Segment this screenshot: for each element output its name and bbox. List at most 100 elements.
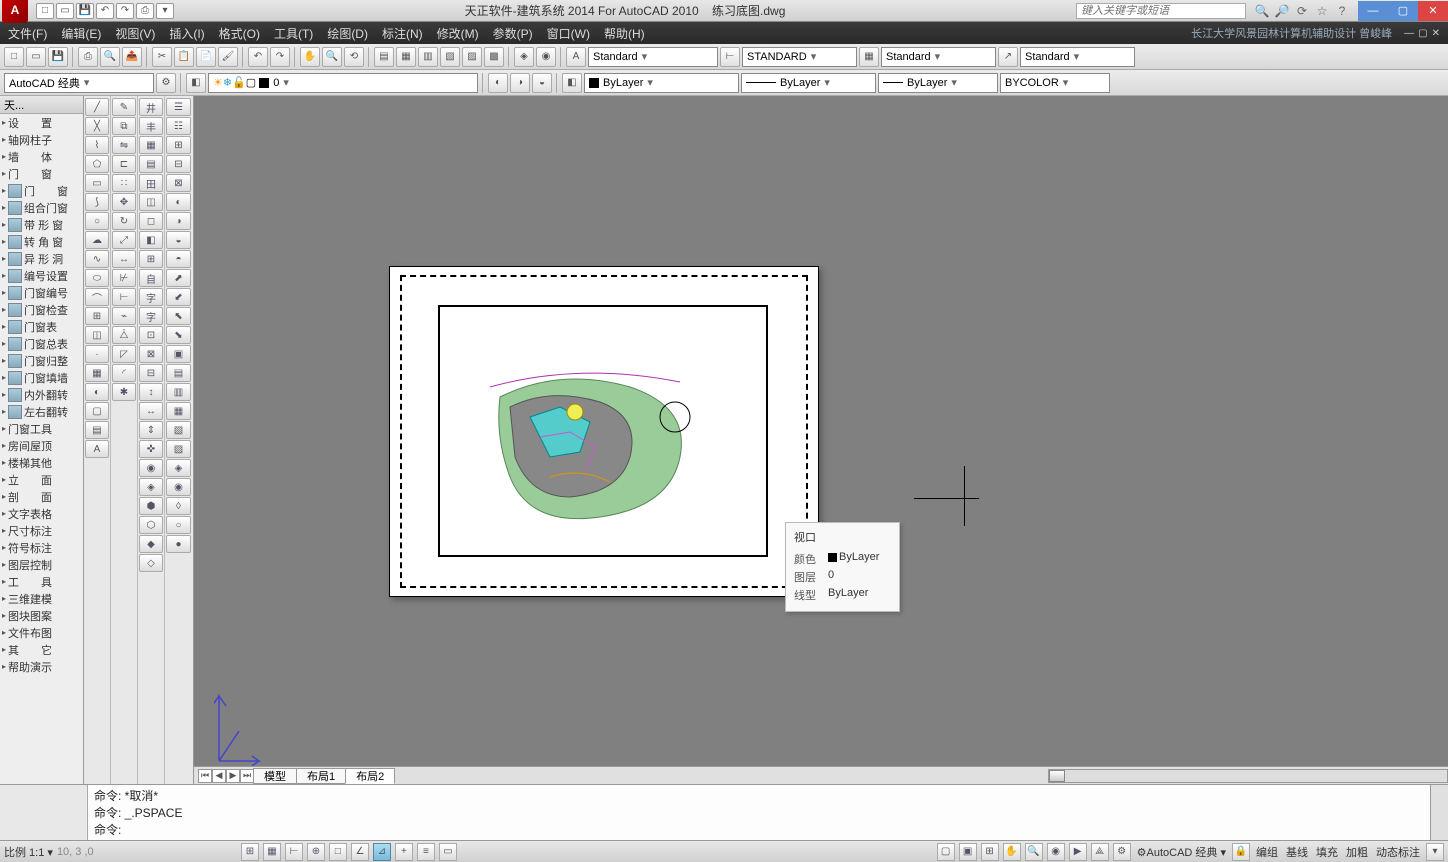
- fillet-icon[interactable]: ◜: [112, 364, 136, 382]
- workspace-dropdown[interactable]: AutoCAD 经典: [4, 73, 154, 93]
- tab-layout1[interactable]: 布局1: [296, 768, 346, 784]
- otrack-button[interactable]: ∠: [351, 843, 369, 861]
- menu-insert[interactable]: 插入(I): [169, 25, 204, 42]
- tz17-icon[interactable]: ↔: [139, 402, 163, 420]
- tab-first-icon[interactable]: ⏮: [198, 769, 212, 783]
- pan-icon[interactable]: ✋: [300, 47, 320, 67]
- plot-icon[interactable]: ⎙: [78, 47, 98, 67]
- tzo14-icon[interactable]: ▣: [166, 345, 191, 363]
- search-icon[interactable]: 🔎: [1274, 3, 1290, 19]
- tz18-icon[interactable]: ⇕: [139, 421, 163, 439]
- tz12-icon[interactable]: 字: [139, 307, 163, 325]
- tzo18-icon[interactable]: ▧: [166, 421, 191, 439]
- rotate-icon[interactable]: ↻: [112, 212, 136, 230]
- plotstyle-dropdown[interactable]: BYCOLOR: [1000, 73, 1110, 93]
- h-scrollbar[interactable]: [1048, 769, 1448, 783]
- tzo10-icon[interactable]: ⬈: [166, 269, 191, 287]
- sheetset-icon[interactable]: ▧: [440, 47, 460, 67]
- doc-close-icon[interactable]: ✕: [1432, 28, 1440, 39]
- lineweight-dropdown[interactable]: ByLayer: [878, 73, 998, 93]
- arc-icon[interactable]: ⟆: [85, 193, 109, 211]
- save-icon[interactable]: 💾: [48, 47, 68, 67]
- menu-help[interactable]: 帮助(H): [604, 25, 645, 42]
- rect-icon[interactable]: ▭: [85, 174, 109, 192]
- command-window[interactable]: 命令: *取消* 命令: _.PSPACE 命令:: [0, 784, 1448, 840]
- pline-icon[interactable]: ⌇: [85, 136, 109, 154]
- tz15-icon[interactable]: ⊟: [139, 364, 163, 382]
- tianzheng-item[interactable]: ▸内外翻转: [0, 386, 83, 403]
- tianzheng-item[interactable]: ▸轴网柱子: [0, 131, 83, 148]
- props-icon[interactable]: ▤: [374, 47, 394, 67]
- sb-dyndim[interactable]: 动态标注: [1374, 844, 1422, 860]
- tianzheng-item[interactable]: ▸门 窗: [0, 182, 83, 199]
- tz21-icon[interactable]: ◈: [139, 478, 163, 496]
- preview-icon[interactable]: 🔍: [100, 47, 120, 67]
- tzo11-icon[interactable]: ⬋: [166, 288, 191, 306]
- tzo2-icon[interactable]: ☷: [166, 117, 191, 135]
- tz7-icon[interactable]: ◻: [139, 212, 163, 230]
- textstyle-icon[interactable]: A: [566, 47, 586, 67]
- layout-button[interactable]: ▣: [959, 843, 977, 861]
- viewport-frame[interactable]: [438, 305, 768, 557]
- model-button[interactable]: ▢: [937, 843, 955, 861]
- tianzheng-item[interactable]: ▸剖 面: [0, 488, 83, 505]
- tianzheng-item[interactable]: ▸门窗编号: [0, 284, 83, 301]
- tab-prev-icon[interactable]: ◀: [212, 769, 226, 783]
- tz4-icon[interactable]: ▤: [139, 155, 163, 173]
- tzo3-icon[interactable]: ⊞: [166, 136, 191, 154]
- trim-icon[interactable]: ⊬: [112, 269, 136, 287]
- tab-next-icon[interactable]: ▶: [226, 769, 240, 783]
- tz20-icon[interactable]: ◉: [139, 459, 163, 477]
- offset-icon[interactable]: ⊏: [112, 155, 136, 173]
- qat-open-icon[interactable]: ▭: [56, 3, 74, 19]
- tz24-icon[interactable]: ◆: [139, 535, 163, 553]
- command-scrollbar[interactable]: [1430, 785, 1448, 840]
- color-dropdown[interactable]: ByLayer: [584, 73, 739, 93]
- tzo15-icon[interactable]: ▤: [166, 364, 191, 382]
- tab-model[interactable]: 模型: [253, 768, 297, 784]
- qat-new-icon[interactable]: □: [36, 3, 54, 19]
- redo-icon[interactable]: ↷: [270, 47, 290, 67]
- new-icon[interactable]: □: [4, 47, 24, 67]
- tz9-icon[interactable]: ⊞: [139, 250, 163, 268]
- workspace-settings-icon[interactable]: ⚙: [156, 73, 176, 93]
- menu-view[interactable]: 视图(V): [115, 25, 155, 42]
- cut-icon[interactable]: ✂: [152, 47, 172, 67]
- menu-tools[interactable]: 工具(T): [274, 25, 313, 42]
- tzo4-icon[interactable]: ⊟: [166, 155, 191, 173]
- tb-btn-a[interactable]: ◈: [514, 47, 534, 67]
- ellipse-icon[interactable]: ⬭: [85, 269, 109, 287]
- markup-icon[interactable]: ▨: [462, 47, 482, 67]
- join-icon[interactable]: ⧊: [112, 326, 136, 344]
- search-input[interactable]: [1076, 3, 1246, 19]
- spline-icon[interactable]: ∿: [85, 250, 109, 268]
- mirror-icon[interactable]: ⇋: [112, 136, 136, 154]
- qat-more-icon[interactable]: ▾: [156, 3, 174, 19]
- tzo23-icon[interactable]: ○: [166, 516, 191, 534]
- extend-icon[interactable]: ⊢: [112, 288, 136, 306]
- zoomprev-icon[interactable]: ⟲: [344, 47, 364, 67]
- tianzheng-item[interactable]: ▸转 角 窗: [0, 233, 83, 250]
- tab-last-icon[interactable]: ⏭: [240, 769, 254, 783]
- scale-dropdown[interactable]: 比例 1:1 ▾: [4, 844, 53, 860]
- erase-icon[interactable]: ✎: [112, 98, 136, 116]
- tianzheng-item[interactable]: ▸门窗检查: [0, 301, 83, 318]
- tz3-icon[interactable]: ▦: [139, 136, 163, 154]
- xline-icon[interactable]: ╳: [85, 117, 109, 135]
- qview-button[interactable]: ⊞: [981, 843, 999, 861]
- tz13-icon[interactable]: ⊡: [139, 326, 163, 344]
- circle-icon[interactable]: ○: [85, 212, 109, 230]
- tzo20-icon[interactable]: ◈: [166, 459, 191, 477]
- array-icon[interactable]: ∷: [112, 174, 136, 192]
- command-text[interactable]: 命令: *取消* 命令: _.PSPACE 命令:: [88, 785, 1430, 840]
- text-style-dropdown[interactable]: Standard: [588, 47, 718, 67]
- ducs-button[interactable]: ⊿: [373, 843, 391, 861]
- dim-style-dropdown[interactable]: STANDARD: [742, 47, 857, 67]
- menu-parametric[interactable]: 参数(P): [493, 25, 533, 42]
- annoscale-button[interactable]: ⟁: [1091, 843, 1109, 861]
- gradient-icon[interactable]: ◐: [85, 383, 109, 401]
- ortho-button[interactable]: ⊢: [285, 843, 303, 861]
- tianzheng-item[interactable]: ▸门窗表: [0, 318, 83, 335]
- layer-btn-3[interactable]: ◒: [532, 73, 552, 93]
- tz6-icon[interactable]: ◫: [139, 193, 163, 211]
